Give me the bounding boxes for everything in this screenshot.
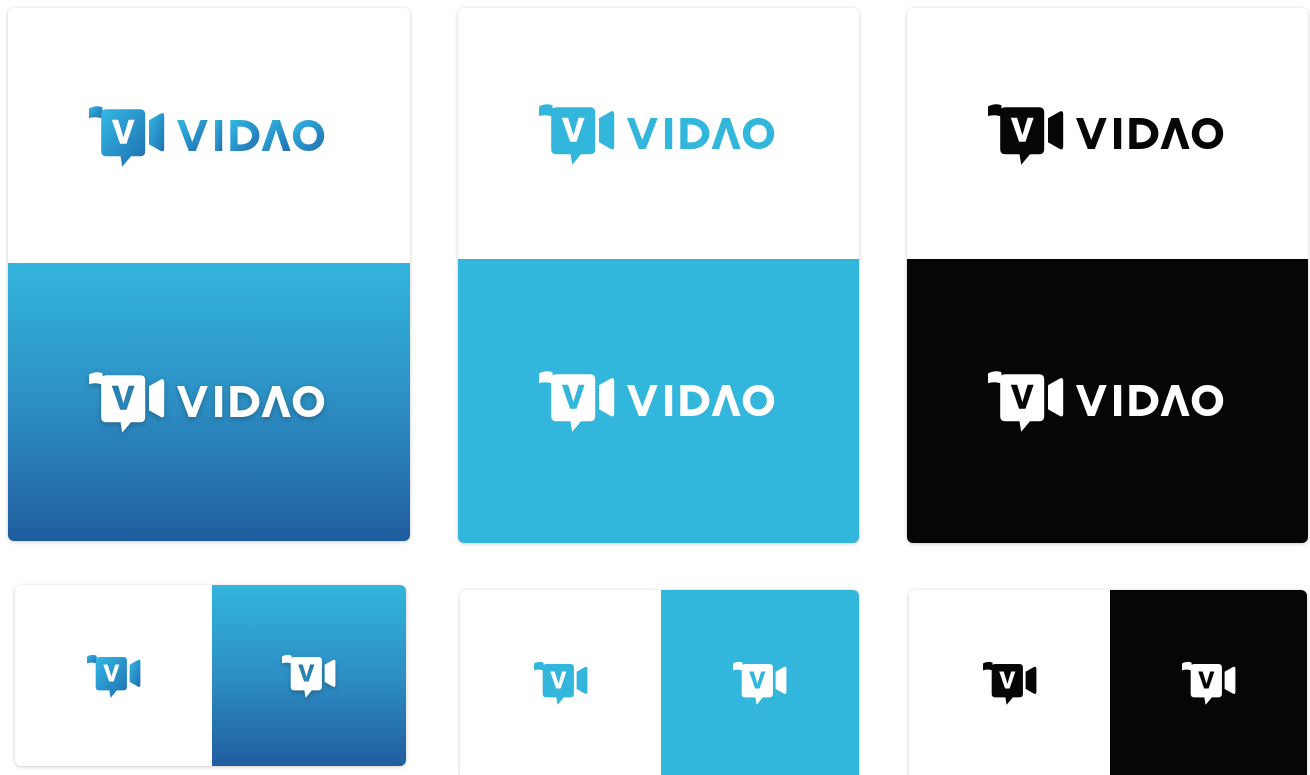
light-panel <box>8 8 410 263</box>
vidao-logo-icon <box>539 103 615 165</box>
vidao-logo-icon <box>988 103 1064 165</box>
light-panel <box>907 8 1308 259</box>
gradient-icon-card <box>15 585 406 766</box>
vidao-logo-icon <box>89 105 165 167</box>
speech-bubble-camera-icon <box>733 661 787 705</box>
cyan-logo-card <box>458 8 859 543</box>
vidao-logo <box>89 371 329 433</box>
gradient-logo-card <box>8 8 410 541</box>
vidao-logo <box>89 105 329 167</box>
black-icon-panel <box>1110 590 1307 775</box>
light-panel <box>458 8 859 259</box>
light-icon-panel <box>15 585 212 766</box>
vidao-logo-icon <box>988 370 1064 432</box>
black-logo-card <box>907 8 1308 543</box>
cyan-icon-card <box>460 590 859 775</box>
wordmark <box>1076 118 1228 150</box>
light-icon-panel <box>909 590 1110 775</box>
speech-bubble-camera-icon <box>282 654 336 698</box>
cyan-icon-panel <box>661 590 859 775</box>
logo-showcase <box>0 0 1310 775</box>
light-icon-panel <box>460 590 661 775</box>
black-panel <box>907 259 1308 543</box>
speech-bubble-camera-icon <box>1182 661 1236 705</box>
speech-bubble-camera-icon <box>534 661 588 705</box>
vidao-logo <box>539 103 779 165</box>
vidao-logo <box>539 370 779 432</box>
vidao-logo-icon <box>89 371 165 433</box>
vidao-logo <box>988 370 1228 432</box>
wordmark <box>627 118 779 150</box>
wordmark <box>1076 385 1228 417</box>
vidao-logo-icon <box>539 370 615 432</box>
wordmark <box>177 120 329 152</box>
speech-bubble-camera-icon <box>983 661 1037 705</box>
speech-bubble-camera-icon <box>87 654 141 698</box>
gradient-panel <box>8 263 410 541</box>
cyan-panel <box>458 259 859 543</box>
wordmark <box>627 385 779 417</box>
vidao-logo <box>988 103 1228 165</box>
black-icon-card <box>909 590 1307 775</box>
gradient-icon-panel <box>212 585 406 766</box>
wordmark <box>177 386 329 418</box>
